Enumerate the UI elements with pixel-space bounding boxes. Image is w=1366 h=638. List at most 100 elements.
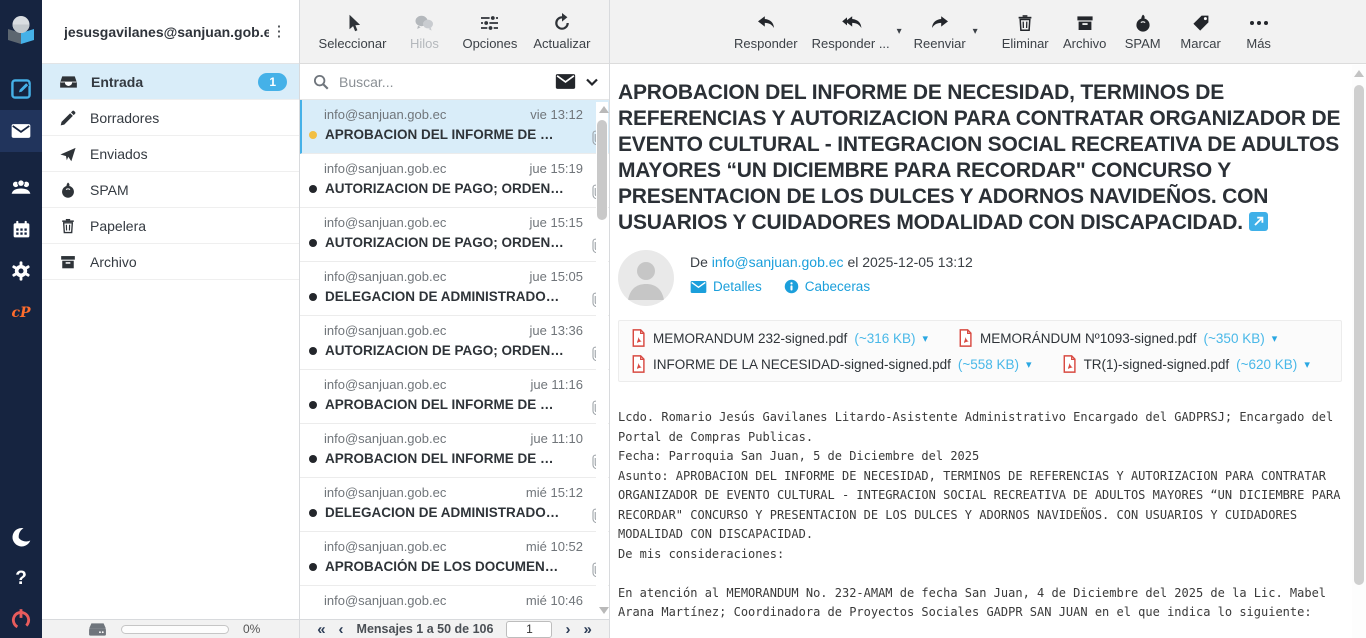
calendar-nav-button[interactable] [0,208,42,250]
reply-button[interactable]: Responder [728,0,804,63]
page-number-input[interactable] [506,621,552,638]
message-subject-title: APROBACION DEL INFORME DE NECESIDAD, TER… [618,80,1342,236]
compose-button[interactable] [0,68,42,110]
settings-gear-icon [10,260,32,282]
cpanel-nav-button[interactable]: cP [0,292,42,334]
sender-email-link[interactable]: info@sanjuan.gob.ec [712,254,844,270]
details-toggle[interactable]: Detalles [690,279,762,294]
headers-toggle[interactable]: Cabeceras [784,279,870,294]
account-menu-button[interactable]: ⋮ [269,29,289,34]
more-button[interactable]: Más [1231,0,1287,63]
attachment-menu-caret-icon[interactable]: ▾ [1272,332,1278,345]
contacts-nav-button[interactable] [0,166,42,208]
unread-dot-icon[interactable] [309,239,317,247]
list-item[interactable]: info@sanjuan.gob.ecjue 11:16 APROBACION … [300,370,609,424]
logout-button[interactable] [0,600,42,638]
pdf-file-icon [958,329,973,347]
attachment-menu-caret-icon[interactable]: ▾ [923,332,929,345]
help-button[interactable]: ? [0,558,42,600]
reading-scrollbar[interactable] [1352,65,1366,638]
app-logo [0,6,42,54]
forward-button[interactable]: Reenviar ▾ [908,0,972,63]
search-bar [300,64,609,100]
list-item[interactable]: info@sanjuan.gob.ecjue 11:10 APROBACION … [300,424,609,478]
unread-dot-icon[interactable] [309,293,317,301]
refresh-button[interactable]: Actualizar [527,0,596,63]
archive-icon [1075,13,1095,33]
message-date: jue 11:16 [530,377,583,392]
list-item[interactable]: info@sanjuan.gob.ecvie 13:12 APROBACION … [300,100,609,154]
attachment-item[interactable]: MEMORANDUM 232-signed.pdf (~316 KB) ▾ [631,329,928,347]
sidebar-item-trash[interactable]: Papelera [42,208,299,244]
next-page-button[interactable]: › [565,622,570,637]
message-date: jue 15:15 [530,215,584,230]
attachment-menu-caret-icon[interactable]: ▾ [1026,358,1032,371]
list-item[interactable]: info@sanjuan.gob.ecjue 15:05 DELEGACION … [300,262,609,316]
sent-plane-icon [59,145,77,163]
list-item[interactable]: info@sanjuan.gob.ec jue 15:15 AUTORIZACIO… [300,208,609,262]
settings-nav-button[interactable] [0,250,42,292]
cpanel-icon: cP [11,305,30,321]
unread-dot-icon[interactable] [309,347,317,355]
options-button[interactable]: Opciones [456,0,523,63]
inbox-icon [59,72,78,91]
unread-dot-icon[interactable] [309,401,317,409]
archive-button[interactable]: Archivo [1057,0,1113,63]
unread-dot-icon[interactable] [309,563,317,571]
list-item[interactable]: info@sanjuan.gob.ecjue 15:19 AUTORIZACIO… [300,154,609,208]
message-subject: AUTORIZACION DE PAGO; ORDEN… [325,235,583,250]
list-item[interactable]: info@sanjuan.gob.ecmié 10:52 APROBACIÓN … [300,532,609,586]
attachment-item[interactable]: MEMORÁNDUM Nº1093-signed.pdf (~350 KB) ▾ [958,329,1277,347]
sender-block: De info@sanjuan.gob.ec el 2025-12-05 13:… [618,250,1342,306]
sidebar-item-inbox[interactable]: Entrada 1 [42,64,299,100]
sidebar-item-archive[interactable]: Archivo [42,244,299,280]
message-datetime: 2025-12-05 13:12 [862,254,973,270]
subject-text: APROBACION DEL INFORME DE NECESIDAD, TER… [618,81,1340,234]
scroll-down-arrow-icon[interactable] [599,607,609,614]
select-button[interactable]: Seleccionar [313,0,393,63]
unread-dot-icon[interactable] [309,185,317,193]
threads-icon [413,13,435,33]
unread-dot-icon[interactable] [309,455,317,463]
forward-caret-icon[interactable]: ▾ [973,26,978,37]
dark-mode-button[interactable] [0,516,42,558]
pagination-footer: « ‹ Mensajes 1 a 50 de 106 › » [300,619,609,638]
sidebar-item-drafts[interactable]: Borradores [42,100,299,136]
list-item[interactable]: info@sanjuan.gob.ecmié 10:46 [300,586,609,620]
open-in-new-window-icon[interactable] [1249,212,1268,231]
reply-all-caret-icon[interactable]: ▾ [897,26,902,37]
message-sender: info@sanjuan.gob.ec [324,161,446,176]
attachment-item[interactable]: INFORME DE LA NECESIDAD-signed-signed.pd… [631,355,1032,373]
attachment-item[interactable]: TR(1)-signed-signed.pdf (~620 KB) ▾ [1062,355,1310,373]
sidebar-item-label: Borradores [90,110,159,126]
first-page-button[interactable]: « [317,622,325,637]
delete-button[interactable]: Eliminar [996,0,1055,63]
message-sender: info@sanjuan.gob.ec [324,269,446,284]
search-scope-mail-icon[interactable] [555,73,576,90]
person-silhouette-icon [618,250,674,306]
mail-nav-button[interactable] [0,110,42,152]
list-scrollbar[interactable] [596,102,608,618]
search-input[interactable] [339,74,546,90]
spam-button[interactable]: SPAM [1115,0,1171,63]
reply-all-button[interactable]: Responder ... ▾ [806,0,896,63]
reading-scrollbar-thumb[interactable] [1354,85,1364,585]
attachment-menu-caret-icon[interactable]: ▾ [1304,358,1310,371]
list-scrollbar-thumb[interactable] [597,120,607,220]
scroll-up-arrow-icon[interactable] [599,106,609,113]
prev-page-button[interactable]: ‹ [339,622,344,637]
list-item[interactable]: info@sanjuan.gob.ecjue 13:36 AUTORIZACIO… [300,316,609,370]
threads-button[interactable]: Hilos [396,0,452,63]
list-item[interactable]: info@sanjuan.gob.ecmié 15:12 DELEGACION … [300,478,609,532]
mark-button[interactable]: Marcar [1173,0,1229,63]
avatar [618,250,674,306]
search-options-chevron-icon[interactable] [585,75,599,89]
message-sender: info@sanjuan.gob.ec [324,215,446,230]
sidebar-item-spam[interactable]: SPAM [42,172,299,208]
flag-dot-icon[interactable] [309,131,317,139]
unread-dot-icon[interactable] [309,509,317,517]
scroll-up-arrow-icon[interactable] [1354,70,1364,77]
sidebar-item-sent[interactable]: Enviados [42,136,299,172]
archive-icon [59,253,77,271]
last-page-button[interactable]: » [583,622,591,637]
